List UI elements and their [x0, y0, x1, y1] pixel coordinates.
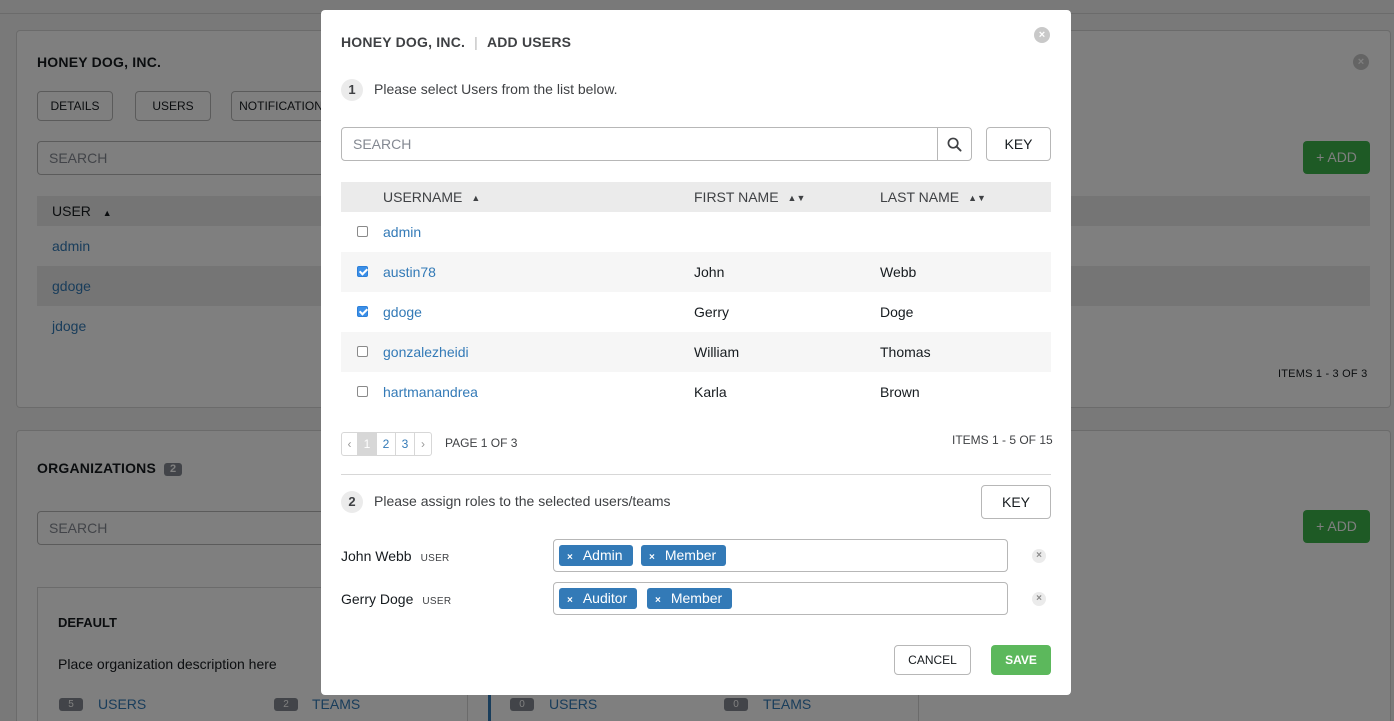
user-search-input[interactable] [342, 128, 937, 160]
last-name-column-label: LAST NAME [880, 189, 960, 205]
search-button[interactable] [937, 128, 971, 160]
search-icon [947, 137, 962, 152]
assignment-user: John Webb USER [341, 548, 450, 564]
role-tag-label: Admin [582, 547, 623, 563]
next-page-button[interactable]: › [415, 433, 431, 455]
users-table-header: USERNAME ▲ FIRST NAME ▲▼ LAST NAME ▲▼ [341, 182, 1051, 212]
user-search-box [341, 127, 972, 161]
title-separator: | [474, 34, 478, 50]
add-users-modal: HONEY DOG, INC. | ADD USERS × 1 Please sele… [321, 10, 1071, 695]
assignment-user-name: Gerry Doge [341, 591, 414, 607]
remove-tag-icon[interactable]: × [649, 552, 655, 563]
save-button[interactable]: SAVE [991, 645, 1051, 675]
items-count: ITEMS 1 - 5 OF 15 [952, 433, 1053, 447]
remove-tag-icon[interactable]: × [567, 552, 573, 563]
role-tag-member: × Member [647, 588, 733, 609]
first-name-column-header[interactable]: FIRST NAME ▲▼ [694, 182, 805, 213]
last-name-cell: Thomas [880, 344, 931, 360]
step-2: 2 Please assign roles to the selected use… [341, 491, 671, 513]
remove-tag-icon[interactable]: × [567, 595, 573, 606]
modal-close-icon[interactable]: × [1034, 27, 1050, 43]
modal-title: HONEY DOG, INC. | ADD USERS [341, 34, 571, 50]
first-name-cell: Gerry [694, 304, 729, 320]
username-column-header[interactable]: USERNAME ▲ [383, 182, 480, 213]
first-name-cell: John [694, 264, 725, 280]
key-button-roles[interactable]: KEY [981, 485, 1051, 519]
step-2-text: Please assign roles to the selected user… [374, 493, 671, 509]
sort-asc-icon: ▲ [471, 193, 481, 203]
last-name-column-header[interactable]: LAST NAME ▲▼ [880, 182, 986, 213]
modal-org-name: HONEY DOG, INC. [341, 34, 466, 50]
first-name-column-label: FIRST NAME [694, 189, 779, 205]
role-tag-member: × Member [641, 545, 727, 566]
username-link[interactable]: austin78 [383, 252, 436, 292]
username-link[interactable]: gdoge [383, 292, 422, 332]
first-name-cell: William [694, 344, 740, 360]
username-column-label: USERNAME [383, 189, 463, 205]
key-button[interactable]: KEY [986, 127, 1051, 161]
table-row[interactable]: gonzalezheidi William Thomas [341, 332, 1051, 372]
table-row[interactable]: austin78 John Webb [341, 252, 1051, 292]
page-3-button[interactable]: 3 [396, 433, 415, 455]
row-checkbox[interactable] [357, 266, 368, 277]
role-tag-admin: × Admin [559, 545, 633, 566]
assignment-user-type: USER [420, 553, 450, 564]
role-tag-label: Member [664, 547, 717, 563]
username-link[interactable]: admin [383, 212, 421, 252]
cancel-button[interactable]: CANCEL [894, 645, 971, 675]
first-name-cell: Karla [694, 384, 727, 400]
pagination: ‹ 1 2 3 › [341, 432, 432, 456]
row-checkbox[interactable] [357, 306, 368, 317]
role-select-input[interactable]: × Auditor × Member [553, 582, 1008, 615]
step-1-text: Please select Users from the list below. [374, 81, 618, 97]
assignment-user-type: USER [422, 596, 452, 607]
table-row[interactable]: hartmanandrea Karla Brown [341, 372, 1051, 412]
assignment-user: Gerry Doge USER [341, 591, 451, 607]
step-1-number: 1 [341, 79, 363, 101]
prev-page-button[interactable]: ‹ [342, 433, 358, 455]
table-row[interactable]: admin [341, 212, 1051, 252]
modal-title-text: ADD USERS [486, 34, 572, 50]
username-link[interactable]: gonzalezheidi [383, 332, 469, 372]
remove-tag-icon[interactable]: × [655, 595, 661, 606]
role-tag-label: Auditor [582, 590, 628, 606]
remove-assignment-icon[interactable]: × [1032, 592, 1046, 606]
page-2-button[interactable]: 2 [377, 433, 396, 455]
section-divider [341, 474, 1051, 475]
assignment-user-name: John Webb [341, 548, 412, 564]
sort-both-icon: ▲▼ [787, 193, 806, 203]
username-link[interactable]: hartmanandrea [383, 372, 478, 412]
row-checkbox[interactable] [357, 386, 368, 397]
last-name-cell: Brown [880, 384, 920, 400]
row-checkbox[interactable] [357, 226, 368, 237]
row-checkbox[interactable] [357, 346, 368, 357]
last-name-cell: Doge [880, 304, 914, 320]
role-tag-label: Member [670, 590, 723, 606]
role-tag-auditor: × Auditor [559, 588, 638, 609]
remove-assignment-icon[interactable]: × [1032, 549, 1046, 563]
sort-both-icon: ▲▼ [968, 193, 986, 203]
page-1-button[interactable]: 1 [358, 433, 377, 455]
last-name-cell: Webb [880, 264, 917, 280]
role-select-input[interactable]: × Admin × Member [553, 539, 1008, 572]
step-1: 1 Please select Users from the list below… [341, 79, 618, 101]
step-2-number: 2 [341, 491, 363, 513]
page-indicator: PAGE 1 OF 3 [445, 436, 518, 450]
table-row[interactable]: gdoge Gerry Doge [341, 292, 1051, 332]
